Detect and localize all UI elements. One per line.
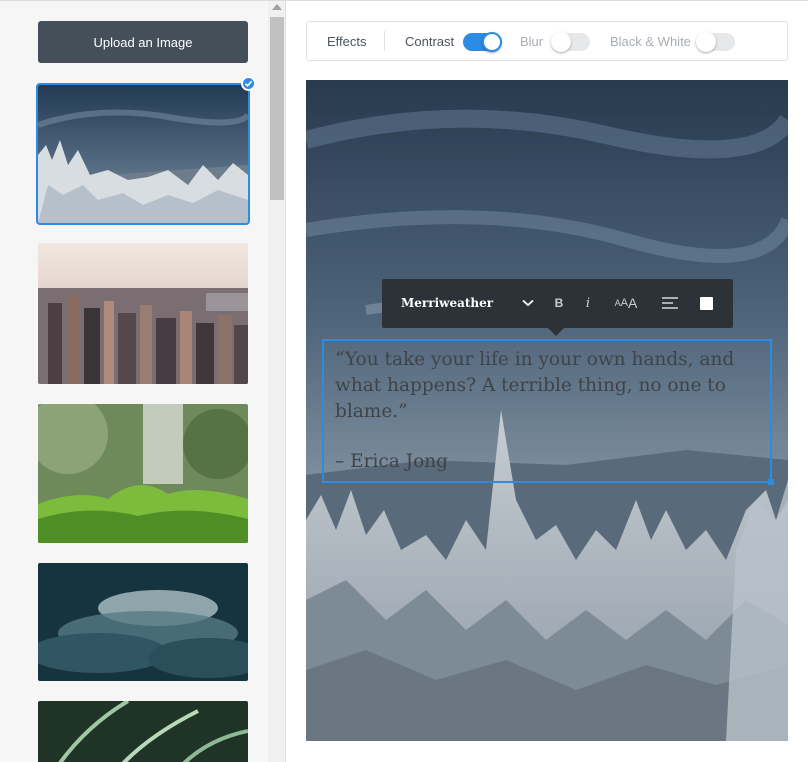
font-dropdown-chevron-down-icon[interactable] (520, 292, 536, 314)
bold-button[interactable]: B (551, 292, 567, 314)
font-size-mid-glyph: A (620, 297, 628, 309)
thumbnail-fern-leaves[interactable] (38, 701, 248, 762)
text-format-toolbar: Merriweather B i A A A (382, 279, 733, 336)
effects-label[interactable]: Effects (327, 34, 367, 49)
upload-image-button[interactable]: Upload an Image (38, 21, 248, 63)
black-white-label: Black & White (610, 34, 691, 49)
fern-leaves-image (38, 701, 248, 762)
font-size-button[interactable]: A A A (611, 292, 641, 314)
thumbnail-city-skyline[interactable] (38, 243, 248, 384)
contrast-toggle[interactable] (463, 32, 502, 52)
city-skyline-image (38, 243, 248, 384)
image-sidebar: Upload an Image (0, 1, 286, 762)
resize-handle[interactable] (768, 479, 774, 485)
quote-author[interactable]: – Erica Jong (335, 451, 448, 472)
contrast-label: Contrast (405, 34, 455, 49)
thumbnail-snowy-forest[interactable] (36, 83, 250, 225)
blur-label: Blur (520, 34, 544, 49)
effects-divider (384, 31, 385, 51)
italic-button[interactable]: i (581, 292, 595, 314)
black-white-toggle[interactable] (696, 32, 735, 52)
cloudy-sky-image (38, 563, 248, 681)
sidebar-scroll-thumb[interactable] (270, 17, 284, 200)
quote-text-box[interactable]: “You take your life in your own hands, a… (322, 339, 774, 485)
green-plant-image (38, 404, 248, 543)
blur-toggle[interactable] (551, 32, 590, 52)
scroll-up-icon[interactable] (272, 4, 282, 10)
align-left-icon[interactable] (661, 292, 679, 314)
app-window: Upload an Image Effects Contrast Blur Bl… (0, 0, 808, 762)
font-size-large-glyph: A (628, 295, 638, 311)
quote-text[interactable]: “You take your life in your own hands, a… (335, 347, 765, 425)
selected-check-icon (241, 76, 256, 91)
snowy-forest-image (38, 85, 248, 223)
thumbnail-green-plant[interactable] (38, 404, 248, 543)
text-color-swatch[interactable] (698, 292, 714, 314)
effects-toolbar: Effects Contrast Blur Black & White (306, 21, 788, 61)
font-name[interactable]: Merriweather (401, 296, 493, 310)
thumbnail-cloudy-sky[interactable] (38, 563, 248, 681)
